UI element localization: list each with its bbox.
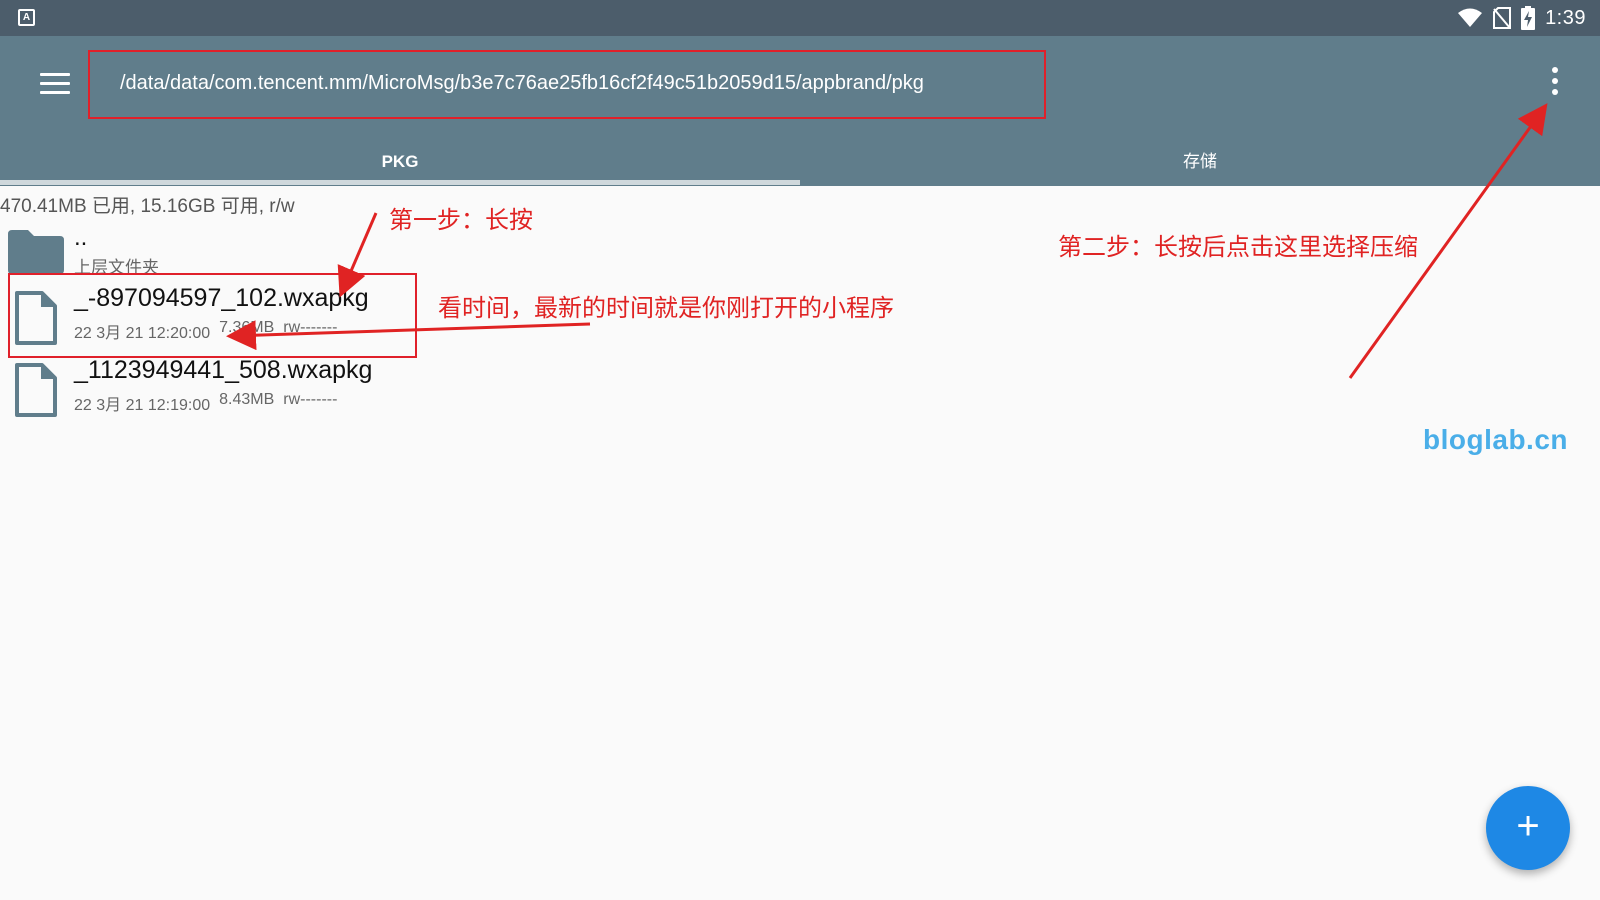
path-highlight-box [88, 50, 1046, 119]
file-highlight-box [8, 273, 417, 358]
add-fab-button[interactable]: + [1486, 786, 1570, 870]
dot [1552, 78, 1558, 84]
status-bar: A 1:39 [0, 0, 1600, 36]
annotation-step2: 第二步：长按后点击这里选择压缩 [1058, 234, 1418, 261]
app-notification-icon: A [18, 9, 35, 26]
menu-icon-bar [40, 91, 70, 94]
battery-charging-icon [1521, 6, 1536, 30]
file-name: _1123949441_508.wxapkg [74, 356, 373, 384]
file-meta: 22 3月 21 12:19:00 8.43MB rw------- [74, 391, 337, 415]
clock: 1:39 [1545, 6, 1586, 29]
file-size: 8.43MB [219, 391, 275, 408]
space-info: 470.41MB 已用, 15.16GB 可用, r/w [0, 196, 295, 217]
menu-button[interactable] [40, 69, 70, 99]
dot [1552, 89, 1558, 95]
annotation-time-note: 看时间，最新的时间就是你刚打开的小程序 [438, 295, 894, 322]
annotation-step1: 第一步：长按 [389, 207, 533, 234]
dot [1552, 67, 1558, 73]
menu-icon-bar [40, 82, 70, 85]
status-icons: 1:39 [1457, 6, 1586, 30]
folder-icon [8, 230, 64, 274]
menu-icon [40, 73, 70, 76]
file-name: .. [74, 224, 88, 251]
add-icon: + [1516, 804, 1540, 848]
tab-storage[interactable]: 存储 [800, 140, 1600, 186]
tab-indicator [0, 180, 800, 185]
file-icon [15, 363, 57, 417]
list-item-file[interactable]: _1123949441_508.wxapkg 22 3月 21 12:19:00… [0, 354, 1600, 420]
file-date: 22 3月 21 12:19:00 [74, 397, 211, 414]
watermark: bloglab.cn [1423, 424, 1568, 455]
more-vert-icon[interactable] [1548, 67, 1562, 101]
file-perms: rw------- [283, 391, 338, 408]
wifi-icon [1458, 8, 1483, 27]
no-sim-icon [1493, 7, 1512, 29]
